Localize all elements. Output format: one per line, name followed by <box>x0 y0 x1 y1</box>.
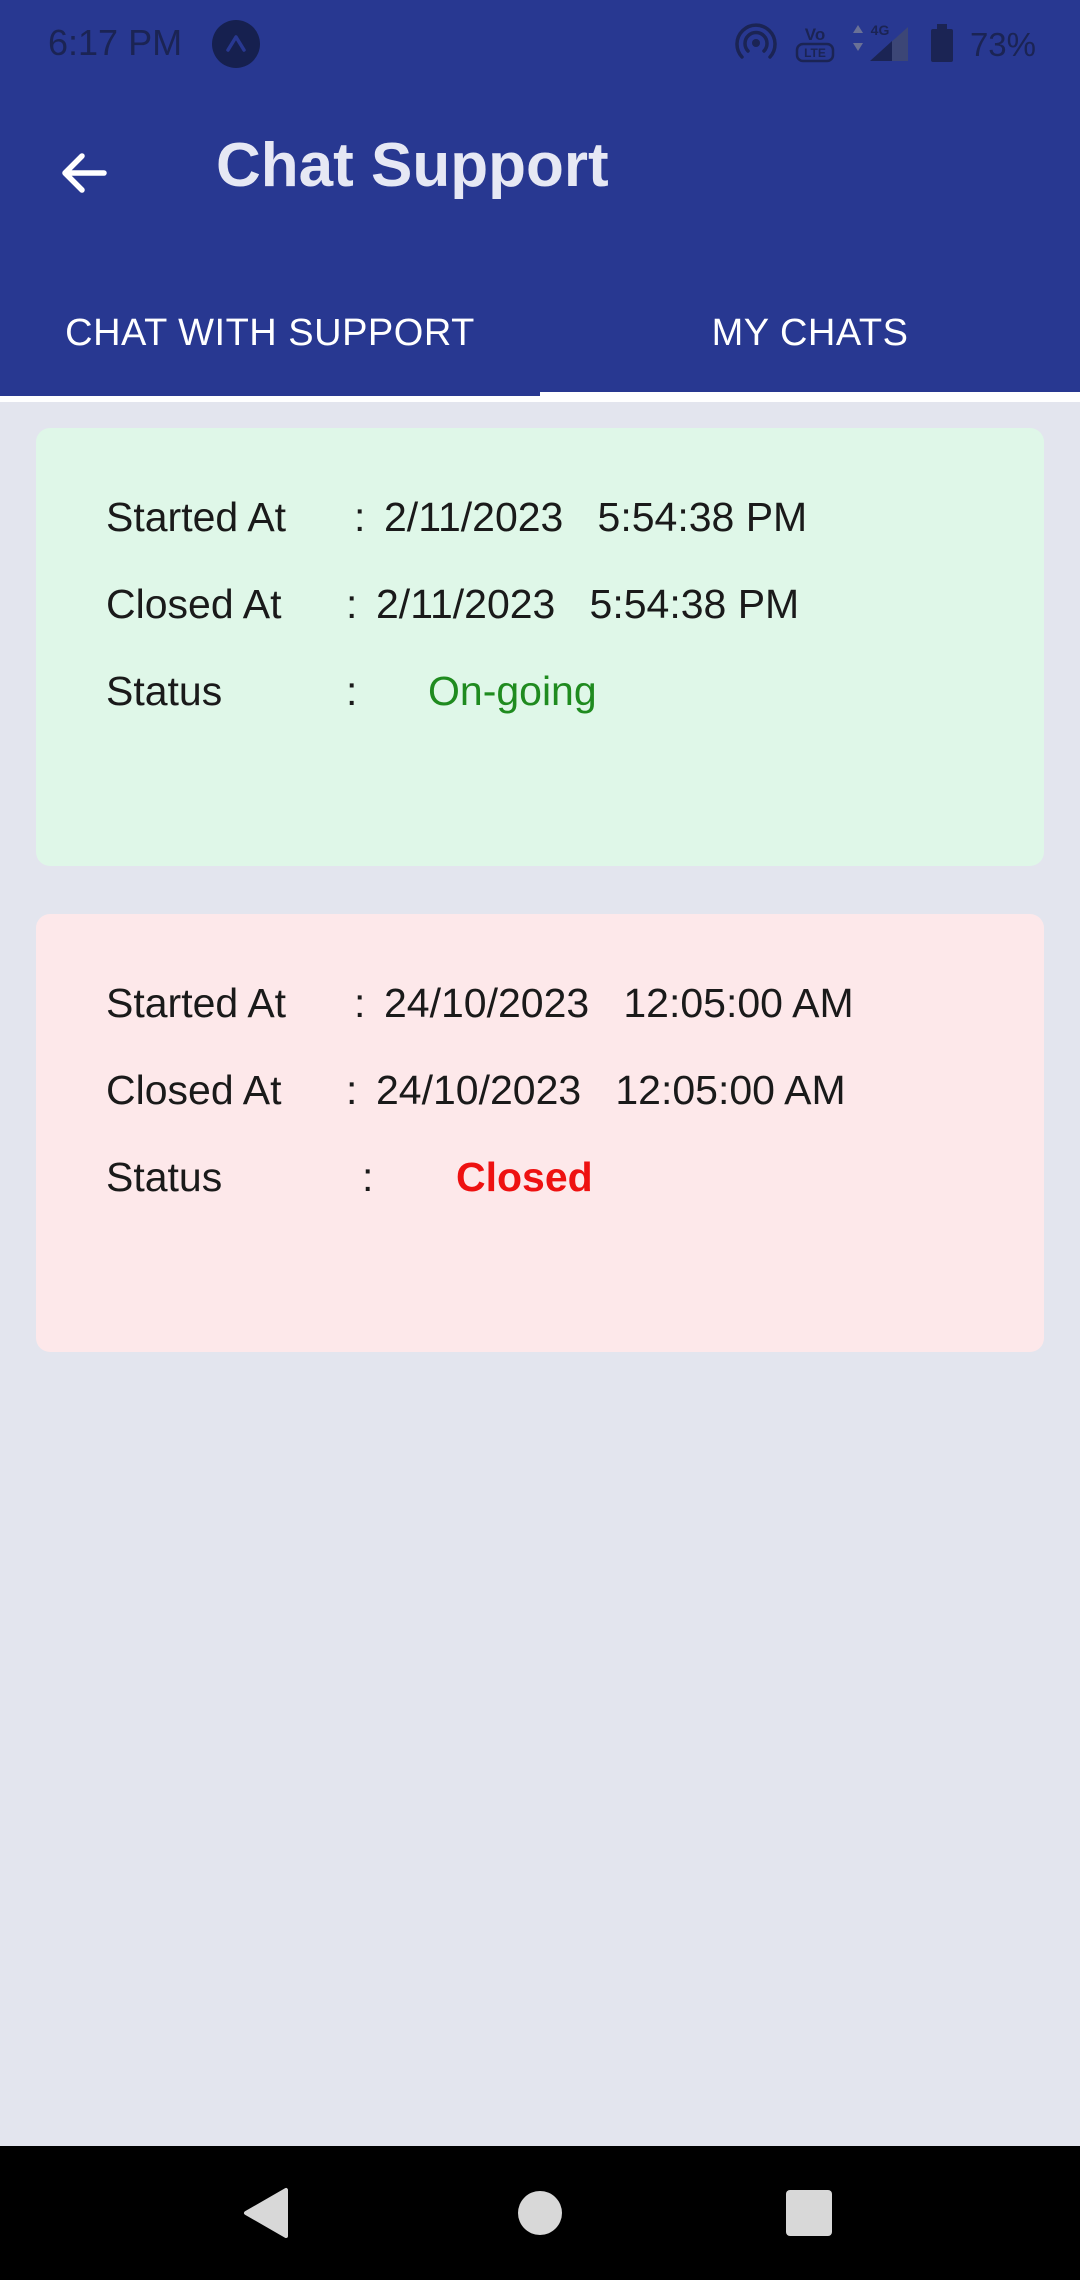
colon: : <box>354 494 366 540</box>
status-time: 6:17 PM <box>48 22 183 63</box>
volte-icon: Vo LTE <box>794 21 836 70</box>
signal-4g-icon: 4G <box>852 21 914 70</box>
status-icons: Vo LTE 4G 73% <box>734 18 1036 72</box>
battery-percentage: 73% <box>969 26 1036 63</box>
closed-at-label: Closed At <box>106 1067 282 1113</box>
started-at-label: Started At <box>106 494 287 540</box>
colon: : <box>362 1154 374 1200</box>
closed-at-label: Closed At <box>106 581 282 627</box>
tab-chat-with-support[interactable]: CHAT WITH SUPPORT <box>0 272 540 394</box>
app-notification-icon <box>212 20 260 68</box>
started-at-value: 24/10/2023 12:05:00 AM <box>384 980 854 1026</box>
colon: : <box>346 581 358 627</box>
started-at-label: Started At <box>106 980 287 1026</box>
arrow-left-icon <box>62 153 107 193</box>
status-label: Status <box>106 668 223 714</box>
page-title: Chat Support <box>216 131 609 200</box>
back-button[interactable] <box>46 135 122 211</box>
toolbar: Chat Support <box>0 90 1080 255</box>
nav-back-button[interactable] <box>234 2180 300 2246</box>
recents-square-icon <box>786 2190 832 2236</box>
chat-card[interactable]: Started At : 24/10/2023 12:05:00 AM Clos… <box>36 914 1044 1352</box>
status-value: Closed <box>456 1154 593 1200</box>
battery-icon <box>930 23 954 68</box>
home-circle-icon <box>518 2191 562 2235</box>
status-label: Status <box>106 1154 223 1200</box>
colon: : <box>354 980 366 1026</box>
nav-home-button[interactable] <box>507 2180 573 2246</box>
tab-bar: CHAT WITH SUPPORT MY CHATS <box>0 272 1080 400</box>
svg-text:4G: 4G <box>871 22 890 38</box>
tab-my-chats[interactable]: MY CHATS <box>540 272 1080 394</box>
system-nav-bar <box>0 2146 1080 2280</box>
closed-at-value: 2/11/2023 5:54:38 PM <box>376 581 800 627</box>
svg-text:LTE: LTE <box>804 46 826 60</box>
colon: : <box>346 1067 358 1113</box>
started-at-value: 2/11/2023 5:54:38 PM <box>384 494 808 540</box>
colon: : <box>346 668 358 714</box>
app-header: 6:17 PM Vo LTE 4G 73% Chat Support CHAT … <box>0 0 1080 400</box>
status-value: On-going <box>428 668 597 714</box>
chat-card[interactable]: Started At : 2/11/2023 5:54:38 PM Closed… <box>36 428 1044 866</box>
closed-at-value: 24/10/2023 12:05:00 AM <box>376 1067 846 1113</box>
nav-recents-button[interactable] <box>776 2180 842 2246</box>
header-underline <box>0 396 1080 402</box>
svg-text:Vo: Vo <box>805 25 825 44</box>
status-bar: 6:17 PM Vo LTE 4G 73% <box>0 0 1080 90</box>
hotspot-icon <box>734 21 778 70</box>
back-triangle-icon <box>244 2188 288 2238</box>
